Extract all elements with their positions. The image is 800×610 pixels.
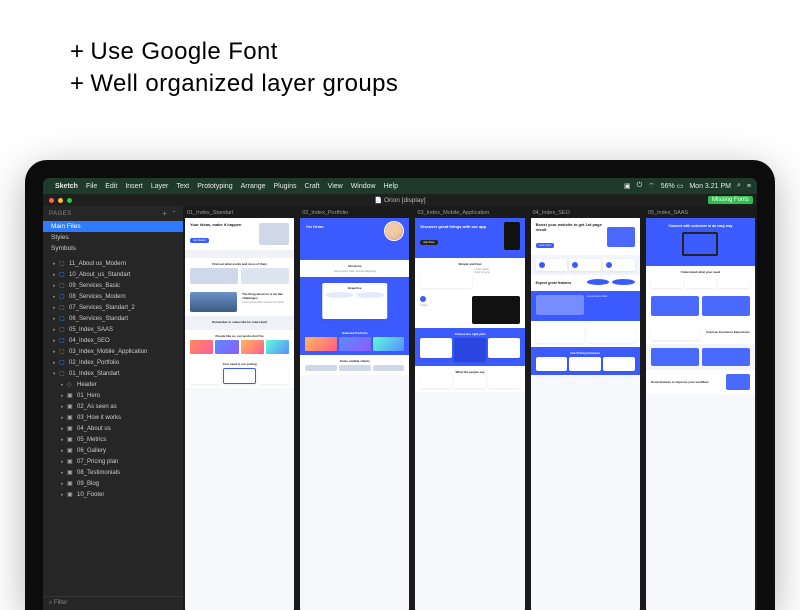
menu-arrange[interactable]: Arrange (241, 183, 266, 190)
menu-window[interactable]: Window (351, 183, 376, 190)
artboard[interactable]: Boost your website to get 1st page resul… (531, 218, 640, 610)
artboard-column: 02_Index_Portfolio I'm Orion About meLor… (300, 210, 409, 610)
app-name[interactable]: Sketch (55, 183, 78, 190)
screen-share-icon[interactable]: ▣ (624, 182, 631, 190)
laptop-frame: Sketch File Edit Insert Layer Text Proto… (25, 160, 775, 610)
artboard-column: 04_Index_SEO Boost your website to get 1… (531, 210, 640, 610)
page-symbols[interactable]: Symbols (43, 243, 183, 254)
close-icon[interactable] (49, 198, 54, 203)
pages-label: PAGES (49, 211, 72, 217)
spotlight-icon[interactable]: ⌕ (737, 182, 741, 190)
menu-prototyping[interactable]: Prototyping (197, 183, 232, 190)
artboard-label[interactable]: 03_Index_Mobile_Application (415, 210, 524, 218)
menu-help[interactable]: Help (384, 183, 398, 190)
layer-item[interactable]: ▸▢11_About us_Modern (43, 258, 183, 269)
pages-header: PAGES + ⌃ (43, 206, 183, 221)
menu-view[interactable]: View (328, 183, 343, 190)
artboard[interactable]: Connect with customer in an easy way Und… (646, 218, 755, 610)
canvas[interactable]: 01_Index_Standart Your ideas, make it ha… (183, 206, 757, 610)
layer-item[interactable]: ▸▢05_Index_SAAS (43, 324, 183, 335)
layer-filter-input[interactable]: Filter (43, 596, 183, 610)
layer-item[interactable]: ▸▢10_About_us_Standart (43, 269, 183, 280)
menu-layer[interactable]: Layer (151, 183, 169, 190)
macos-menubar: Sketch File Edit Insert Layer Text Proto… (43, 178, 757, 194)
promo-text: +Use Google Font +Well organized layer g… (70, 36, 398, 101)
artboard-label[interactable]: 04_Index_SEO (531, 210, 640, 218)
screen: Sketch File Edit Insert Layer Text Proto… (43, 178, 757, 610)
layer-group[interactable]: ▸▣08_Testimonials (43, 467, 183, 478)
layer-group[interactable]: ▸▣03_How it works (43, 412, 183, 423)
artboard-label[interactable]: 05_Index_SAAS (646, 210, 755, 218)
layer-sidebar: PAGES + ⌃ Main Files Styles Symbols ▸▢11… (43, 206, 183, 610)
clock[interactable]: Mon 3.21 PM (689, 183, 731, 190)
layer-group[interactable]: ▸▣07_Pricing plan (43, 456, 183, 467)
layer-item[interactable]: ▾▢01_Index_Standart (43, 368, 183, 379)
menu-craft[interactable]: Craft (304, 183, 319, 190)
layer-item[interactable]: ▸▢07_Services_Standart_2 (43, 302, 183, 313)
menu-insert[interactable]: Insert (125, 183, 143, 190)
document-title: Orion [display] (374, 197, 425, 204)
page-main-files[interactable]: Main Files (43, 221, 183, 232)
layer-item[interactable]: ▸▢06_Services_Standart (43, 313, 183, 324)
artboard-label[interactable]: 02_Index_Portfolio (300, 210, 409, 218)
promo-line-1: Use Google Font (90, 38, 277, 65)
layer-group[interactable]: ▸▣01_Hero (43, 390, 183, 401)
layer-group[interactable]: ▸▣09_Blog (43, 478, 183, 489)
artboard-column: 03_Index_Mobile_Application Discover gre… (415, 210, 524, 610)
wifi-icon[interactable]: ⌔ (648, 182, 655, 191)
artboard-column: 05_Index_SAAS Connect with customer in a… (646, 210, 755, 610)
layer-item[interactable]: ▸▢08_Services_Modern (43, 291, 183, 302)
menu-plugins[interactable]: Plugins (274, 183, 297, 190)
menu-text[interactable]: Text (176, 183, 189, 190)
artboard-column: 01_Index_Standart Your ideas, make it ha… (185, 210, 294, 610)
menu-edit[interactable]: Edit (105, 183, 117, 190)
layer-group[interactable]: ▸▣04_About us (43, 423, 183, 434)
add-page-icon[interactable]: + (162, 209, 167, 218)
workspace: PAGES + ⌃ Main Files Styles Symbols ▸▢11… (43, 206, 757, 610)
artboard[interactable]: I'm Orion About meLorem ipsum dolor sit … (300, 218, 409, 610)
artboard[interactable]: Discover great things with our appApp St… (415, 218, 524, 610)
power-icon[interactable]: ⏻ (637, 182, 643, 190)
layer-list: ▸▢11_About us_Modern ▸▢10_About_us_Stand… (43, 258, 183, 596)
artboard-label[interactable]: 01_Index_Standart (185, 210, 294, 218)
layer-group[interactable]: ▸▣02_As seen as (43, 401, 183, 412)
layer-item[interactable]: ▸▢04_Index_SEO (43, 335, 183, 346)
notification-center-icon[interactable]: ≡ (747, 183, 751, 190)
menu-file[interactable]: File (86, 183, 97, 190)
page-styles[interactable]: Styles (43, 232, 183, 243)
layer-item[interactable]: ▸▢03_Index_Mobile_Application (43, 346, 183, 357)
artboard[interactable]: Your ideas, make it happenGet Started Fi… (185, 218, 294, 610)
battery-status[interactable]: 56% ▭ (661, 182, 684, 190)
missing-fonts-badge[interactable]: Missing Fonts (708, 196, 753, 204)
traffic-lights (49, 198, 72, 203)
layer-group[interactable]: ▸▣05_Metrics (43, 434, 183, 445)
window-titlebar: Orion [display] Missing Fonts (43, 194, 757, 206)
layer-item[interactable]: ▸▢09_Services_Basic (43, 280, 183, 291)
layer-group[interactable]: ▸▣06_Gallery (43, 445, 183, 456)
zoom-icon[interactable] (67, 198, 72, 203)
collapse-pages-icon[interactable]: ⌃ (171, 210, 177, 217)
layer-group[interactable]: ▸▣10_Footer (43, 489, 183, 500)
layer-group-header[interactable]: ▸◇Header (43, 379, 183, 390)
layer-item[interactable]: ▸▢02_Index_Portfolio (43, 357, 183, 368)
minimize-icon[interactable] (58, 198, 63, 203)
promo-line-2: Well organized layer groups (90, 70, 398, 97)
